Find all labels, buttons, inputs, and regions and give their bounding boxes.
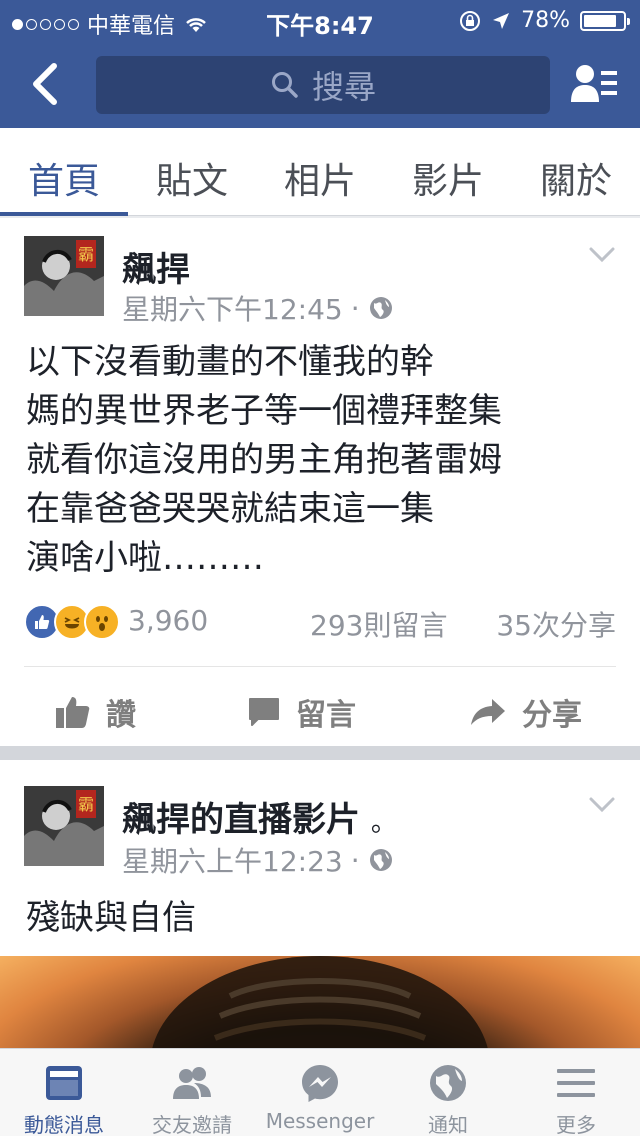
avatar-image: 霸 xyxy=(24,236,104,316)
tab-photos[interactable]: 相片 xyxy=(284,152,356,204)
comment-count[interactable]: 293則留言 xyxy=(310,604,447,644)
post-meta: 星期六下午12:45 · xyxy=(122,288,394,328)
chevron-down-icon[interactable] xyxy=(588,796,616,814)
wow-reaction-icon xyxy=(84,604,120,640)
status-bar: 中華電信 下午8:47 78% xyxy=(0,0,640,40)
status-right: 78% xyxy=(459,8,630,33)
post-author[interactable]: 飆捍 xyxy=(122,242,190,291)
post-author[interactable]: 飆捍的直播影片 xyxy=(122,800,360,840)
search-placeholder: 搜尋 xyxy=(311,68,376,106)
meta-separator: · xyxy=(350,291,360,325)
battery-icon xyxy=(580,10,630,31)
post-meta: 星期六上午12:23 · xyxy=(122,840,394,880)
tab-label: 更多 xyxy=(556,1113,596,1136)
avatar[interactable]: 霸 xyxy=(24,786,104,866)
tab-notifications[interactable]: 通知 xyxy=(384,1049,512,1136)
top-bar: 中華電信 下午8:47 78% 搜尋 xyxy=(0,0,640,128)
like-label: 讚 xyxy=(106,698,136,733)
tab-videos[interactable]: 影片 xyxy=(412,152,484,204)
avatar[interactable]: 霸 xyxy=(24,236,104,316)
reactions-summary: 3,960 293則留言 35次分享 xyxy=(24,604,616,644)
tab-label: 交友邀請 xyxy=(152,1113,232,1136)
like-button[interactable]: 讚 xyxy=(56,690,136,734)
chevron-down-icon[interactable] xyxy=(588,246,616,264)
tab-home[interactable]: 首頁 xyxy=(28,152,100,204)
back-arrow-icon[interactable] xyxy=(26,60,66,108)
location-arrow-icon xyxy=(493,12,510,29)
navigation-bar: 搜尋 xyxy=(0,40,640,128)
post-card: 霸 飆捍 星期六下午12:45 · 以下沒看動畫的不懂我的幹 媽的異世界老子等一… xyxy=(0,218,640,746)
rotation-lock-icon xyxy=(460,10,481,31)
share-count[interactable]: 35次分享 xyxy=(496,604,616,644)
post-body: 殘缺與自信 xyxy=(26,898,196,938)
tab-about[interactable]: 關於 xyxy=(540,152,612,204)
battery-percent: 78% xyxy=(521,8,570,33)
active-tab-indicator xyxy=(0,212,128,216)
friend-requests-icon xyxy=(173,1067,211,1099)
bottom-tab-bar: 動態消息 交友邀請 Messenger 通知 更多 xyxy=(0,1048,640,1136)
globe-icon xyxy=(369,297,392,319)
svg-text:霸: 霸 xyxy=(78,795,94,814)
share-label: 分享 xyxy=(522,698,582,733)
live-indicator: 。 xyxy=(370,808,397,838)
comment-label: 留言 xyxy=(296,698,356,733)
post-body: 以下沒看動畫的不懂我的幹 媽的異世界老子等一個禮拜整集 就看你這沒用的男主角抱著… xyxy=(26,338,502,583)
share-arrow-icon xyxy=(471,699,505,725)
reaction-icons[interactable] xyxy=(24,604,120,640)
tab-news-feed[interactable]: 動態消息 xyxy=(0,1049,128,1136)
meta-separator: · xyxy=(350,843,360,877)
globe-icon xyxy=(369,849,392,871)
tab-label: 動態消息 xyxy=(24,1113,104,1136)
comment-bubble-icon xyxy=(249,698,279,726)
share-button[interactable]: 分享 xyxy=(470,690,582,734)
tab-messenger[interactable]: Messenger xyxy=(256,1049,384,1136)
globe-notifications-icon xyxy=(430,1065,466,1101)
post-author-line: 飆捍的直播影片 。 xyxy=(122,792,397,841)
search-icon xyxy=(271,72,298,98)
post-timestamp[interactable]: 星期六下午12:45 xyxy=(122,288,343,328)
post-card: 霸 飆捍的直播影片 。 星期六上午12:23 · 殘缺與自信 xyxy=(0,760,640,1136)
tab-label: Messenger xyxy=(265,1109,375,1133)
reaction-count[interactable]: 3,960 xyxy=(128,604,208,637)
post-line: 在靠爸爸哭哭就結束這一集 xyxy=(26,489,434,529)
page-tabs: 首頁 貼文 相片 影片 關於 xyxy=(0,128,640,216)
thumbs-up-icon xyxy=(56,697,90,728)
post-timestamp[interactable]: 星期六上午12:23 xyxy=(122,840,343,880)
avatar-image: 霸 xyxy=(24,786,104,866)
messenger-icon xyxy=(302,1065,338,1102)
divider xyxy=(24,666,616,667)
post-line: 演啥小啦……… xyxy=(26,538,264,578)
post-line: 以下沒看動畫的不懂我的幹 xyxy=(26,342,434,382)
search-bar[interactable]: 搜尋 xyxy=(96,56,550,114)
tab-more[interactable]: 更多 xyxy=(512,1049,640,1136)
post-line: 就看你這沒用的男主角抱著雷姆 xyxy=(26,440,502,480)
tab-friend-requests[interactable]: 交友邀請 xyxy=(128,1049,256,1136)
menu-icon xyxy=(557,1069,595,1097)
news-feed-icon xyxy=(46,1066,82,1100)
comment-button[interactable]: 留言 xyxy=(248,690,356,734)
friends-list-icon[interactable] xyxy=(570,62,618,106)
post-line: 媽的異世界老子等一個禮拜整集 xyxy=(26,391,502,431)
svg-text:霸: 霸 xyxy=(78,245,94,264)
facebook-page-screen: 中華電信 下午8:47 78% 搜尋 首頁 貼文 相片 影片 關於 霸 飆捍 星… xyxy=(0,0,640,1136)
tab-label: 通知 xyxy=(428,1113,468,1136)
feed-separator xyxy=(0,746,640,760)
tab-posts[interactable]: 貼文 xyxy=(156,152,228,204)
